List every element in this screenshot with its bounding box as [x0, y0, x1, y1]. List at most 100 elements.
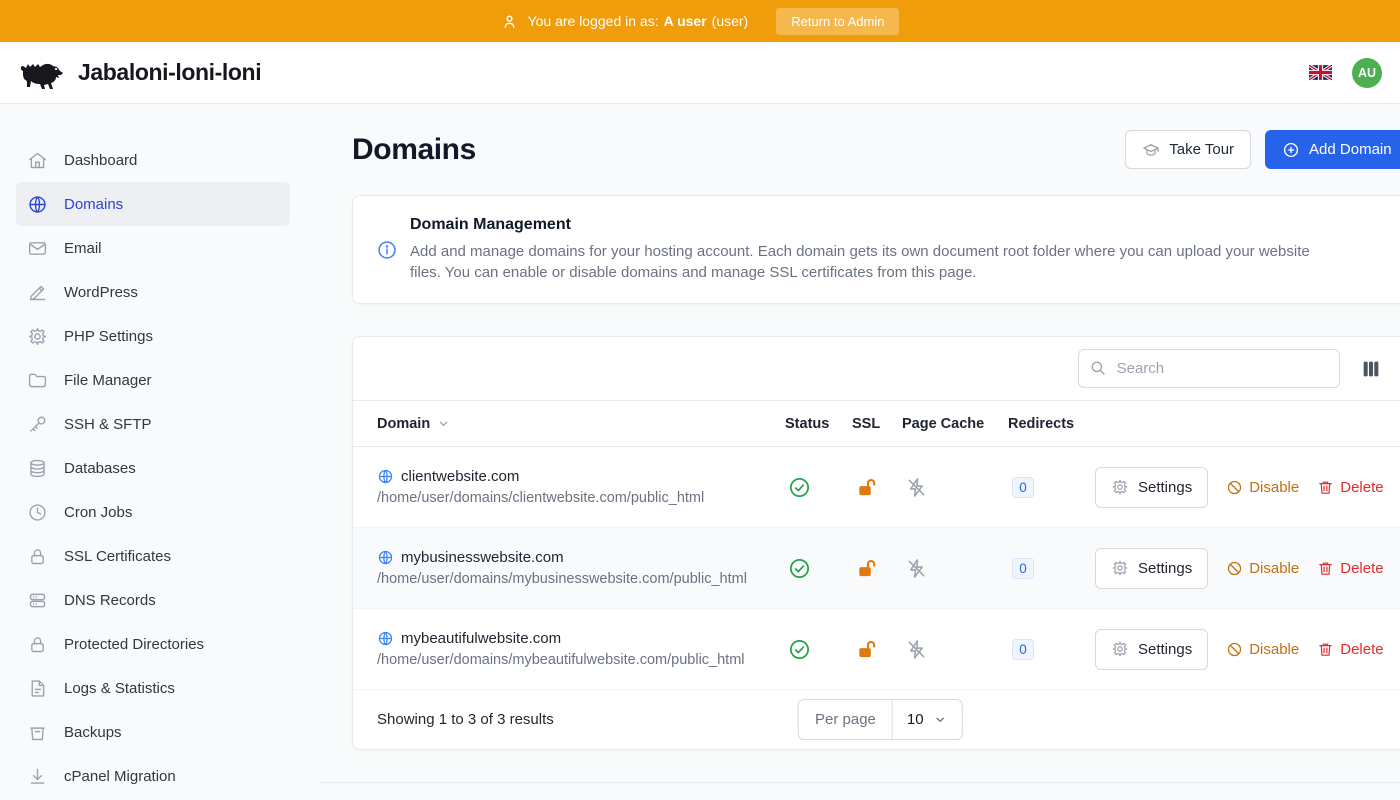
- sidebar-item-label: SSH & SFTP: [64, 416, 152, 433]
- app-header: Jabaloni-loni-loni AU: [0, 42, 1400, 104]
- sidebar-item-logs-statistics[interactable]: Logs & Statistics: [16, 666, 290, 710]
- disable-label: Disable: [1249, 560, 1299, 577]
- sidebar-item-file-manager[interactable]: File Manager: [16, 358, 290, 402]
- info-icon: [377, 240, 397, 260]
- disable-button[interactable]: Disable: [1226, 641, 1299, 658]
- gear-icon: [1111, 478, 1129, 496]
- table-row: clientwebsite.com /home/user/domains/cli…: [353, 447, 1400, 528]
- sidebar-item-label: cPanel Migration: [64, 768, 176, 785]
- settings-button[interactable]: Settings: [1095, 548, 1208, 589]
- delete-label: Delete: [1340, 479, 1383, 496]
- domain-name: mybeautifulwebsite.com: [401, 630, 561, 647]
- sidebar-item-databases[interactable]: Databases: [16, 446, 290, 490]
- ssl-unlocked-icon: [852, 638, 902, 661]
- sidebar-item-backups[interactable]: Backups: [16, 710, 290, 754]
- delete-button[interactable]: Delete: [1317, 641, 1383, 658]
- search-input[interactable]: [1078, 349, 1340, 388]
- mail-icon: [27, 238, 48, 259]
- settings-label: Settings: [1138, 479, 1192, 496]
- return-to-admin-button[interactable]: Return to Admin: [776, 8, 899, 35]
- take-tour-button[interactable]: Take Tour: [1125, 130, 1251, 169]
- disable-label: Disable: [1249, 479, 1299, 496]
- folder-icon: [27, 370, 48, 391]
- search-icon: [1089, 359, 1107, 377]
- settings-button[interactable]: Settings: [1095, 629, 1208, 670]
- delete-button[interactable]: Delete: [1317, 479, 1383, 496]
- brand-title: Jabaloni-loni-loni: [78, 59, 261, 86]
- column-settings-button[interactable]: [1358, 356, 1384, 382]
- status-enabled-icon: [785, 557, 852, 580]
- globe-icon: [377, 630, 394, 647]
- columns-icon: [1360, 358, 1382, 380]
- clock-icon: [27, 502, 48, 523]
- sidebar-item-cpanel-migration[interactable]: cPanel Migration: [16, 754, 290, 798]
- ssl-unlocked-icon: [852, 557, 902, 580]
- sidebar-item-label: PHP Settings: [64, 328, 153, 345]
- domain-path: /home/user/domains/mybusinesswebsite.com…: [377, 571, 785, 587]
- globe-icon: [27, 194, 48, 215]
- ssl-unlocked-icon: [852, 476, 902, 499]
- lock-icon: [27, 634, 48, 655]
- sort-chevron-icon[interactable]: [436, 416, 451, 431]
- plus-circle-icon: [1282, 141, 1300, 159]
- settings-button[interactable]: Settings: [1095, 467, 1208, 508]
- sidebar-item-label: Dashboard: [64, 152, 137, 169]
- disable-button[interactable]: Disable: [1226, 479, 1299, 496]
- redirects-count-badge: 0: [1012, 477, 1034, 498]
- page-cache-disabled-icon: [902, 557, 1008, 580]
- uk-flag-icon[interactable]: [1309, 65, 1332, 80]
- sidebar-item-wordpress[interactable]: WordPress: [16, 270, 290, 314]
- page-title: Domains: [352, 133, 476, 167]
- sidebar-item-dashboard[interactable]: Dashboard: [16, 138, 290, 182]
- sidebar-item-label: Domains: [64, 196, 123, 213]
- user-avatar[interactable]: AU: [1352, 58, 1382, 88]
- table-row: mybusinesswebsite.com /home/user/domains…: [353, 528, 1400, 609]
- settings-label: Settings: [1138, 560, 1192, 577]
- per-page-label: Per page: [799, 700, 893, 739]
- sidebar-item-cron-jobs[interactable]: Cron Jobs: [16, 490, 290, 534]
- take-tour-label: Take Tour: [1169, 141, 1234, 158]
- settings-label: Settings: [1138, 641, 1192, 658]
- key-icon: [27, 414, 48, 435]
- brand[interactable]: Jabaloni-loni-loni: [18, 56, 261, 90]
- per-page-select[interactable]: 10: [893, 700, 962, 739]
- disable-button[interactable]: Disable: [1226, 560, 1299, 577]
- globe-icon: [377, 549, 394, 566]
- sidebar-item-email[interactable]: Email: [16, 226, 290, 270]
- sidebar-item-php-settings[interactable]: PHP Settings: [16, 314, 290, 358]
- sidebar-item-ssh-sftp[interactable]: SSH & SFTP: [16, 402, 290, 446]
- chevron-down-icon: [933, 712, 948, 727]
- table-header-row: Domain Status SSL Page Cache Redirects: [353, 400, 1400, 447]
- home-icon: [27, 150, 48, 171]
- document-icon: [27, 678, 48, 699]
- domain-name: clientwebsite.com: [401, 468, 519, 485]
- table-footer: Showing 1 to 3 of 3 results Per page 10: [353, 690, 1400, 749]
- trash-icon: [1317, 560, 1334, 577]
- per-page-value: 10: [907, 711, 924, 728]
- sidebar-item-ssl-certificates[interactable]: SSL Certificates: [16, 534, 290, 578]
- banner-user: A user: [664, 13, 707, 29]
- lock-icon: [27, 546, 48, 567]
- database-icon: [27, 458, 48, 479]
- column-header-page-cache: Page Cache: [902, 416, 1008, 432]
- domain-path: /home/user/domains/mybeautifulwebsite.co…: [377, 652, 785, 668]
- delete-button[interactable]: Delete: [1317, 560, 1383, 577]
- sidebar-item-label: Databases: [64, 460, 136, 477]
- banner-role: (user): [712, 13, 749, 29]
- add-domain-button[interactable]: Add Domain: [1265, 130, 1400, 169]
- sidebar-item-dns-records[interactable]: DNS Records: [16, 578, 290, 622]
- section-divider: [320, 782, 1400, 783]
- info-card-body: Add and manage domains for your hosting …: [410, 241, 1330, 283]
- banner-prefix: You are logged in as:: [528, 13, 659, 29]
- sidebar-item-label: Protected Directories: [64, 636, 204, 653]
- domain-path: /home/user/domains/clientwebsite.com/pub…: [377, 490, 785, 506]
- page-cache-disabled-icon: [902, 476, 1008, 499]
- column-header-redirects: Redirects: [1008, 416, 1095, 432]
- per-page-control: Per page 10: [798, 699, 963, 740]
- sidebar-item-protected-directories[interactable]: Protected Directories: [16, 622, 290, 666]
- ban-icon: [1226, 479, 1243, 496]
- delete-label: Delete: [1340, 560, 1383, 577]
- sidebar-item-domains[interactable]: Domains: [16, 182, 290, 226]
- archive-icon: [27, 722, 48, 743]
- disable-label: Disable: [1249, 641, 1299, 658]
